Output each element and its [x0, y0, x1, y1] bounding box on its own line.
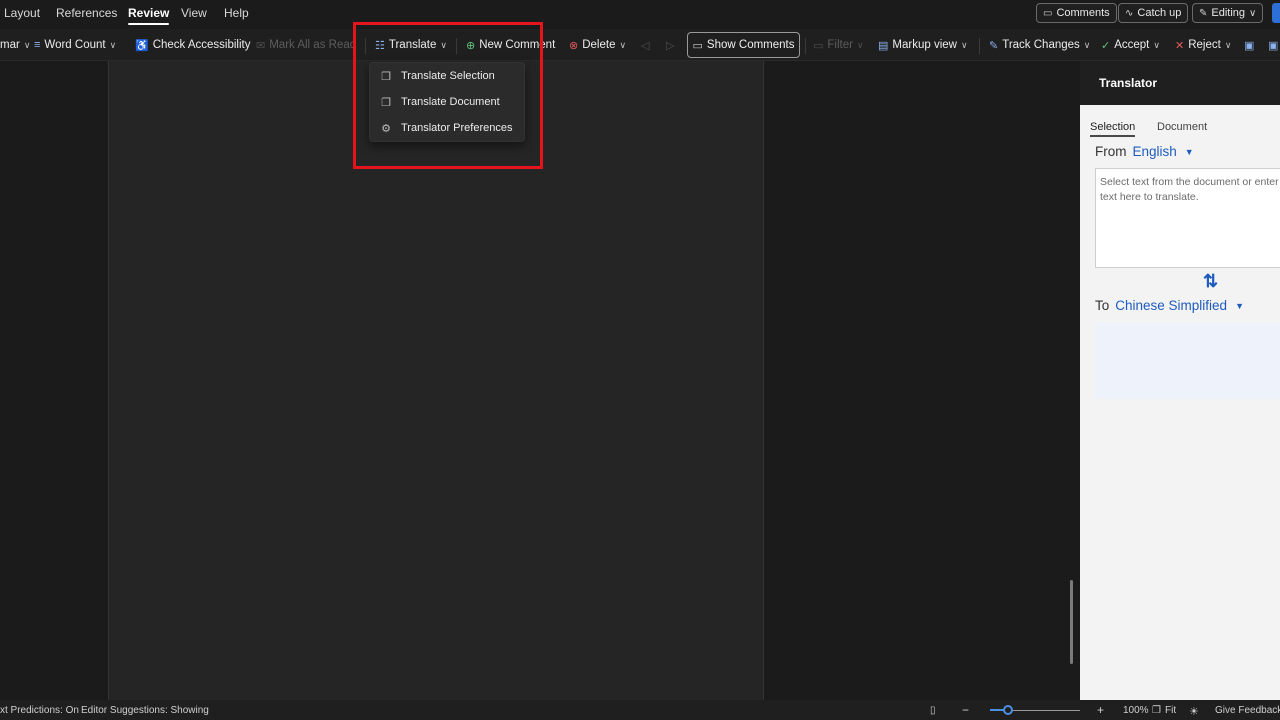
next-change-icon: ▣	[1268, 39, 1279, 52]
reject-button[interactable]: ✕ Reject ∨	[1175, 36, 1231, 54]
previous-change-icon: ▣	[1244, 39, 1255, 52]
show-comments-button[interactable]: ▭ Show Comments	[687, 32, 800, 58]
editing-mode-button[interactable]: ✎ Editing ∨	[1192, 3, 1264, 23]
next-change-button[interactable]: ▣	[1268, 36, 1278, 54]
markup-view-button[interactable]: ▤ Markup view ∨	[878, 36, 968, 54]
chevron-down-icon: ∨	[23, 39, 31, 50]
markup-view-label: Markup view	[892, 39, 957, 51]
next-comment-icon: ▷	[666, 39, 675, 52]
chevron-down-icon: ∨	[109, 39, 117, 50]
tab-references[interactable]: References	[56, 6, 117, 20]
comments-label: Comments	[1056, 7, 1110, 19]
pane-tab-document[interactable]: Document	[1157, 121, 1207, 133]
delete-comment-icon: ⊗	[569, 39, 579, 52]
give-feedback-link[interactable]: Give Feedback	[1215, 705, 1280, 716]
previous-comment-icon: ◁	[641, 39, 650, 52]
fit-icon[interactable]: ❐	[1152, 705, 1161, 716]
chevron-down-icon: ∨	[1083, 39, 1091, 50]
markup-view-icon: ▤	[878, 39, 889, 52]
track-changes-button[interactable]: ✎ Track Changes ∨	[989, 36, 1090, 54]
zoom-level[interactable]: 100%	[1123, 705, 1149, 716]
from-language-select[interactable]: English	[1133, 144, 1177, 159]
editor-suggestions-status[interactable]: Editor Suggestions: Showing	[81, 705, 209, 716]
from-language-row: From English ▼	[1095, 144, 1194, 159]
tab-review[interactable]: Review	[128, 6, 170, 25]
accept-button[interactable]: ✓ Accept ∨	[1101, 36, 1160, 54]
show-comments-label: Show Comments	[706, 39, 795, 51]
delete-label: Delete	[582, 39, 616, 51]
next-comment-button[interactable]: ▷	[666, 36, 674, 54]
grammar-button[interactable]: mar ∨	[0, 36, 30, 54]
reject-icon: ✕	[1175, 39, 1185, 52]
highlight-annotation	[353, 22, 543, 169]
to-language-select[interactable]: Chinese Simplified	[1115, 298, 1227, 313]
page-view-icon[interactable]: ▯	[930, 705, 936, 716]
caret-down-icon[interactable]: ▼	[1185, 147, 1194, 157]
editing-label: Editing	[1211, 7, 1246, 19]
vertical-scrollbar[interactable]	[1070, 580, 1073, 664]
translator-pane: Translator Selection Document From Engli…	[1080, 61, 1280, 700]
filter-label: Filter	[827, 39, 853, 51]
filter-button[interactable]: ▭ Filter ∨	[813, 36, 864, 54]
from-label: From	[1095, 144, 1127, 159]
to-language-row: To Chinese Simplified ▼	[1095, 298, 1244, 313]
word-count-icon: ≡	[34, 39, 41, 51]
accessibility-icon: ♿	[135, 39, 149, 52]
tab-help[interactable]: Help	[224, 6, 249, 20]
delete-comment-button[interactable]: ⊗ Delete ∨	[569, 36, 626, 54]
source-text-input[interactable]: Select text from the document or enter t…	[1095, 168, 1280, 268]
reject-label: Reject	[1188, 39, 1221, 51]
pane-tab-selection[interactable]: Selection	[1090, 121, 1136, 137]
word-count-label: Word Count	[44, 39, 106, 51]
pencil-icon: ✎	[1199, 7, 1208, 19]
fit-label[interactable]: Fit	[1165, 705, 1176, 716]
zoom-in-icon[interactable]: +	[1097, 703, 1104, 717]
grammar-label: mar	[0, 39, 20, 51]
caret-down-icon[interactable]: ▼	[1235, 301, 1244, 311]
zoom-slider-thumb[interactable]	[1003, 705, 1013, 715]
catch-up-icon: ∿	[1125, 7, 1134, 19]
catch-up-button[interactable]: ∿ Catch up	[1118, 3, 1189, 23]
show-comments-icon: ▭	[692, 39, 703, 52]
track-changes-label: Track Changes	[1002, 39, 1080, 51]
chevron-down-icon: ∨	[1153, 39, 1160, 50]
text-predictions-status[interactable]: xt Predictions: On	[0, 705, 79, 716]
check-accessibility-label: Check Accessibility	[152, 39, 251, 51]
zoom-out-icon[interactable]: −	[962, 703, 969, 717]
chevron-down-icon: ∨	[856, 39, 864, 50]
ribbon-separator	[979, 38, 980, 54]
mark-read-icon: ✉	[256, 39, 266, 52]
catch-up-label: Catch up	[1137, 7, 1182, 19]
mark-all-as-read-label: Mark All as Read	[269, 39, 356, 51]
word-count-button[interactable]: ≡ Word Count ∨	[34, 36, 116, 54]
ribbon-separator	[805, 38, 806, 54]
tab-layout[interactable]: Layout	[4, 6, 40, 20]
status-bar: xt Predictions: On Editor Suggestions: S…	[0, 700, 1280, 720]
check-accessibility-button[interactable]: ♿ Check Accessibility	[135, 36, 251, 54]
filter-icon: ▭	[813, 39, 824, 52]
accept-icon: ✓	[1101, 39, 1111, 52]
chevron-down-icon: ∨	[960, 39, 968, 50]
menu-bar: Layout References Review View Help ▭ Com…	[0, 0, 1280, 28]
chevron-down-icon: ∨	[619, 39, 627, 50]
accept-label: Accept	[1114, 39, 1150, 51]
to-label: To	[1095, 298, 1110, 313]
brightness-icon[interactable]: ☀	[1189, 705, 1199, 718]
tab-view[interactable]: View	[181, 6, 207, 20]
pane-title: Translator	[1080, 61, 1280, 105]
share-button[interactable]	[1272, 3, 1280, 23]
track-changes-icon: ✎	[989, 39, 999, 52]
comments-button[interactable]: ▭ Comments	[1036, 3, 1117, 23]
mark-all-as-read-button[interactable]: ✉ Mark All as Read	[256, 36, 356, 54]
previous-change-button[interactable]: ▣	[1244, 36, 1254, 54]
swap-languages-icon[interactable]: ⇅	[1203, 271, 1218, 292]
comment-icon: ▭	[1043, 7, 1053, 19]
chevron-down-icon: ∨	[1224, 39, 1232, 50]
chevron-down-icon: ∨	[1249, 7, 1257, 19]
previous-comment-button[interactable]: ◁	[641, 36, 649, 54]
translation-output	[1095, 323, 1280, 399]
